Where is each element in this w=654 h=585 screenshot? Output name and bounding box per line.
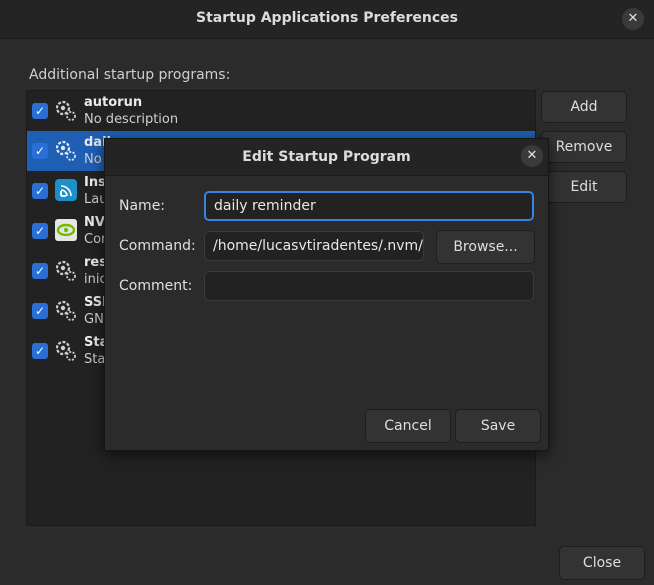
- program-description: No: [84, 152, 102, 167]
- program-row[interactable]: ✓ autorun No description: [27, 91, 535, 131]
- edit-button[interactable]: Edit: [541, 171, 627, 203]
- name-label: Name:: [119, 198, 166, 214]
- command-field[interactable]: /home/lucasvtiradentes/.nvm/: [204, 231, 424, 261]
- cancel-button[interactable]: Cancel: [365, 409, 451, 443]
- gear-icon: [55, 100, 76, 121]
- enabled-checkbox[interactable]: ✓: [32, 183, 48, 199]
- enabled-checkbox[interactable]: ✓: [32, 103, 48, 119]
- title-bar: Startup Applications Preferences ✕: [0, 0, 654, 39]
- edit-startup-program-dialog: Edit Startup Program ✕ Name: daily remin…: [104, 138, 549, 451]
- name-field[interactable]: daily reminder: [204, 191, 534, 221]
- save-button[interactable]: Save: [455, 409, 541, 443]
- window-close-icon[interactable]: ✕: [622, 8, 644, 30]
- enabled-checkbox[interactable]: ✓: [32, 143, 48, 159]
- program-description: No description: [84, 112, 179, 127]
- gear-icon: [55, 300, 76, 321]
- program-name: NV: [84, 215, 105, 230]
- comment-label: Comment:: [119, 278, 193, 294]
- dialog-title: Edit Startup Program: [242, 149, 411, 165]
- dialog-close-icon[interactable]: ✕: [521, 145, 543, 167]
- dialog-title-bar: Edit Startup Program ✕: [105, 139, 548, 176]
- program-description: GN: [84, 312, 104, 327]
- window-title: Startup Applications Preferences: [196, 10, 458, 26]
- program-name: Ins: [84, 175, 106, 190]
- comment-field[interactable]: [204, 271, 534, 301]
- signal-app-icon: [55, 179, 77, 201]
- program-description: Sta: [84, 352, 106, 367]
- close-button[interactable]: Close: [559, 546, 645, 580]
- section-label: Additional startup programs:: [29, 67, 231, 83]
- startup-applications-window: Startup Applications Preferences ✕ Addit…: [0, 0, 654, 585]
- add-button[interactable]: Add: [541, 91, 627, 123]
- nvidia-icon: [55, 219, 77, 241]
- remove-button[interactable]: Remove: [541, 131, 627, 163]
- command-label: Command:: [119, 238, 196, 254]
- gear-icon: [55, 140, 76, 161]
- gear-icon: [55, 260, 76, 281]
- browse-button[interactable]: Browse...: [436, 230, 535, 264]
- gear-icon: [55, 340, 76, 361]
- enabled-checkbox[interactable]: ✓: [32, 303, 48, 319]
- enabled-checkbox[interactable]: ✓: [32, 223, 48, 239]
- program-name: autorun: [84, 95, 143, 110]
- enabled-checkbox[interactable]: ✓: [32, 343, 48, 359]
- enabled-checkbox[interactable]: ✓: [32, 263, 48, 279]
